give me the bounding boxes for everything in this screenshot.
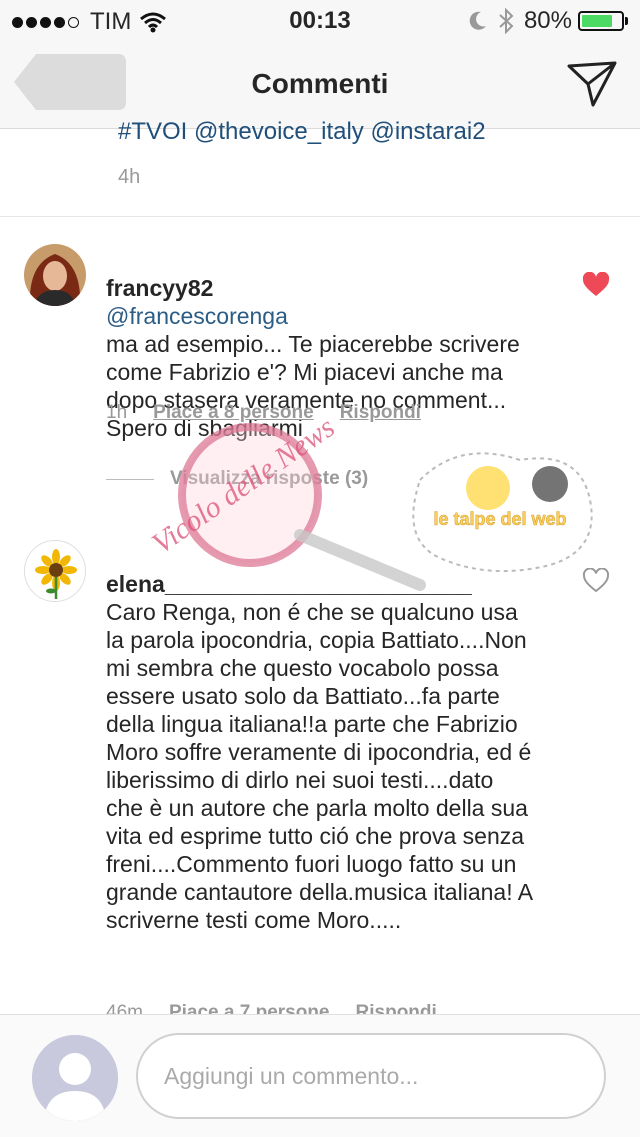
view-replies-label: Visualizza risposte (3) [170, 468, 369, 489]
battery-percent: 80% [523, 7, 572, 34]
send-icon[interactable] [566, 60, 618, 108]
username[interactable]: elena________________________ [106, 571, 472, 597]
comment-time: 1h [106, 402, 128, 423]
mention-link[interactable]: @francescorenga [106, 303, 288, 329]
view-replies[interactable]: Visualizza risposte (3) [106, 468, 368, 490]
comment-text: Caro Renga, non é che se qualcuno usa la… [106, 599, 532, 933]
heart-filled-icon[interactable] [582, 272, 610, 298]
moon-icon [469, 11, 486, 30]
caption-time: 4h [118, 166, 141, 188]
avatar[interactable] [24, 540, 86, 602]
replies-line [106, 478, 154, 480]
battery-fill [582, 15, 612, 27]
comment-text: ma ad esempio... Te piacerebbe scrivere … [106, 331, 520, 441]
reply-button[interactable]: Rispondi [340, 402, 421, 424]
comment-composer [0, 1014, 640, 1137]
likes-link[interactable]: Piace a 8 persone [153, 402, 314, 424]
battery-icon [578, 11, 624, 31]
divider [0, 216, 640, 217]
status-right: 80% [468, 7, 628, 35]
watermark-talpe-text: le talpe del web [433, 509, 566, 529]
comment-meta: 1h Piace a 8 persone Rispondi [106, 402, 421, 424]
bluetooth-icon [499, 8, 514, 34]
avatar[interactable] [24, 244, 86, 306]
page-title: Commenti [251, 68, 389, 99]
comment-input[interactable] [136, 1033, 606, 1119]
nav-bar: Commenti [0, 40, 640, 129]
caption-hashtags[interactable]: #TVOI @thevoice_italy @instarai2 [118, 118, 486, 146]
username[interactable]: francyy82 [106, 275, 213, 301]
user-avatar [32, 1035, 118, 1121]
comment-body: elena________________________ Caro Renga… [106, 542, 536, 934]
battery-tip [625, 17, 628, 25]
status-bar: TIM 00:13 80% [0, 0, 640, 40]
heart-outline-icon[interactable] [582, 568, 610, 594]
